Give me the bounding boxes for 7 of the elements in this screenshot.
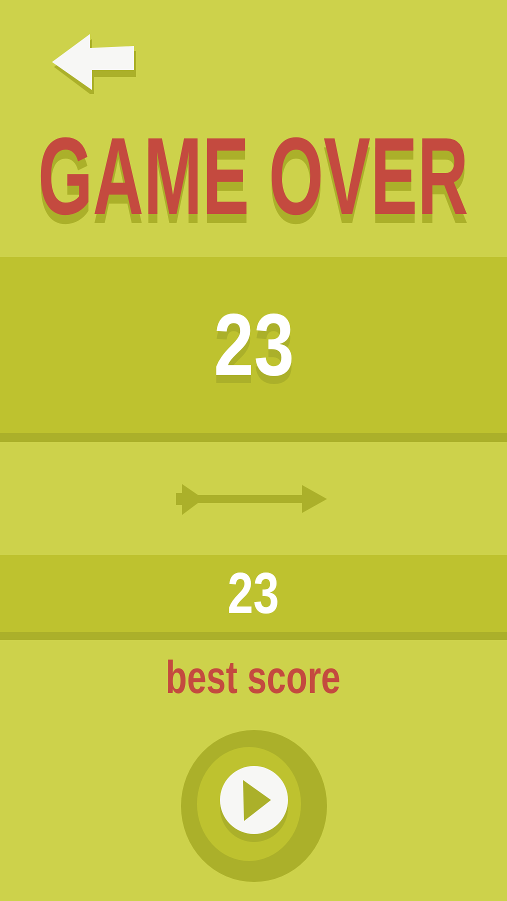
score: 23 (213, 301, 294, 389)
best-score: 23 (228, 564, 280, 622)
best-score-label: best score (166, 654, 341, 700)
back-button[interactable] (52, 34, 136, 94)
play-button[interactable] (180, 730, 326, 882)
arrow-icon (176, 482, 328, 516)
game-over-title: GAME OVER (38, 122, 469, 232)
